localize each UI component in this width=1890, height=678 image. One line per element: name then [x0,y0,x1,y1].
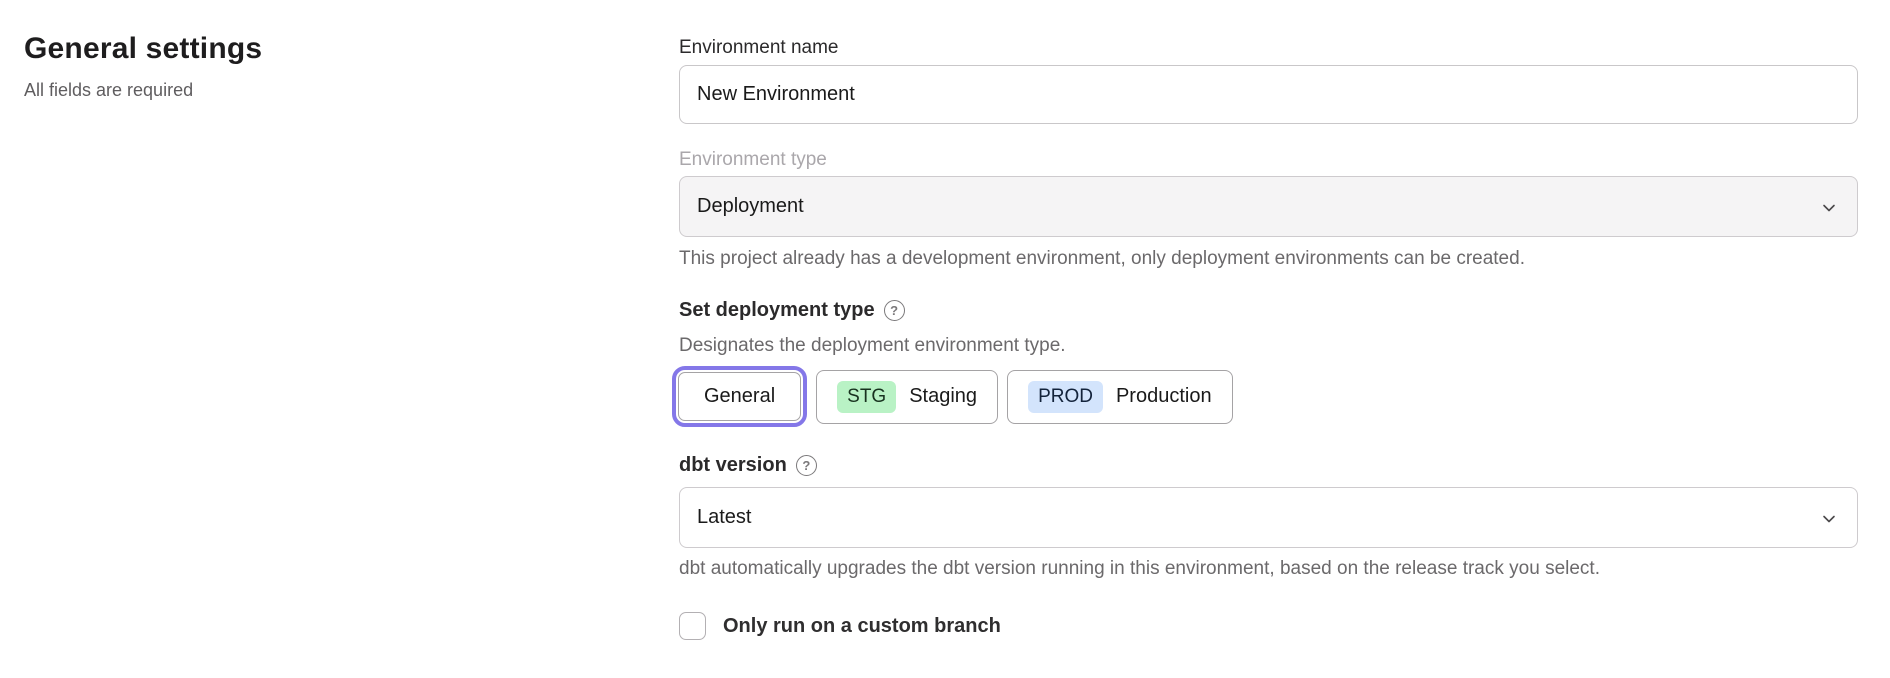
deployment-type-production-button[interactable]: PROD Production [1007,370,1233,424]
deployment-type-general-button[interactable]: General [678,372,801,421]
staging-badge: STG [837,381,896,413]
production-badge: PROD [1028,381,1103,413]
production-option-label: Production [1116,385,1212,408]
dbt-version-helper: dbt automatically upgrades the dbt versi… [679,557,1858,581]
deployment-type-options: General STG Staging PROD Production [672,366,1858,427]
help-icon[interactable]: ? [796,455,817,476]
page-subtitle: All fields are required [24,78,644,102]
dbt-version-label-text: dbt version [679,452,787,478]
help-icon[interactable]: ? [884,300,905,321]
custom-branch-label: Only run on a custom branch [723,613,1001,639]
selected-option-ring: General [672,366,807,427]
deployment-type-section-label: Set deployment type ? [679,297,1858,323]
custom-branch-row[interactable]: Only run on a custom branch [679,612,1858,640]
deployment-type-label-text: Set deployment type [679,297,875,323]
environment-name-label: Environment name [679,36,1858,60]
environment-type-value: Deployment [697,195,804,218]
dbt-version-value: Latest [697,506,751,529]
page-title: General settings [24,30,644,68]
staging-option-label: Staging [909,385,977,408]
environment-type-label: Environment type [679,148,1858,172]
environment-type-select: Deployment [679,176,1858,237]
environment-type-helper: This project already has a development e… [679,247,1858,271]
deployment-type-description: Designates the deployment environment ty… [679,334,1858,358]
environment-name-input[interactable] [679,65,1858,124]
chevron-down-icon [1821,199,1837,215]
dbt-version-select[interactable]: Latest [679,487,1858,548]
general-option-label: General [704,385,775,408]
chevron-down-icon [1821,510,1837,526]
custom-branch-checkbox[interactable] [679,612,706,640]
environment-settings-form: Environment name Environment type Deploy… [679,0,1858,640]
settings-header: General settings All fields are required [24,30,644,102]
dbt-version-section-label: dbt version ? [679,452,1858,478]
deployment-type-staging-button[interactable]: STG Staging [816,370,998,424]
